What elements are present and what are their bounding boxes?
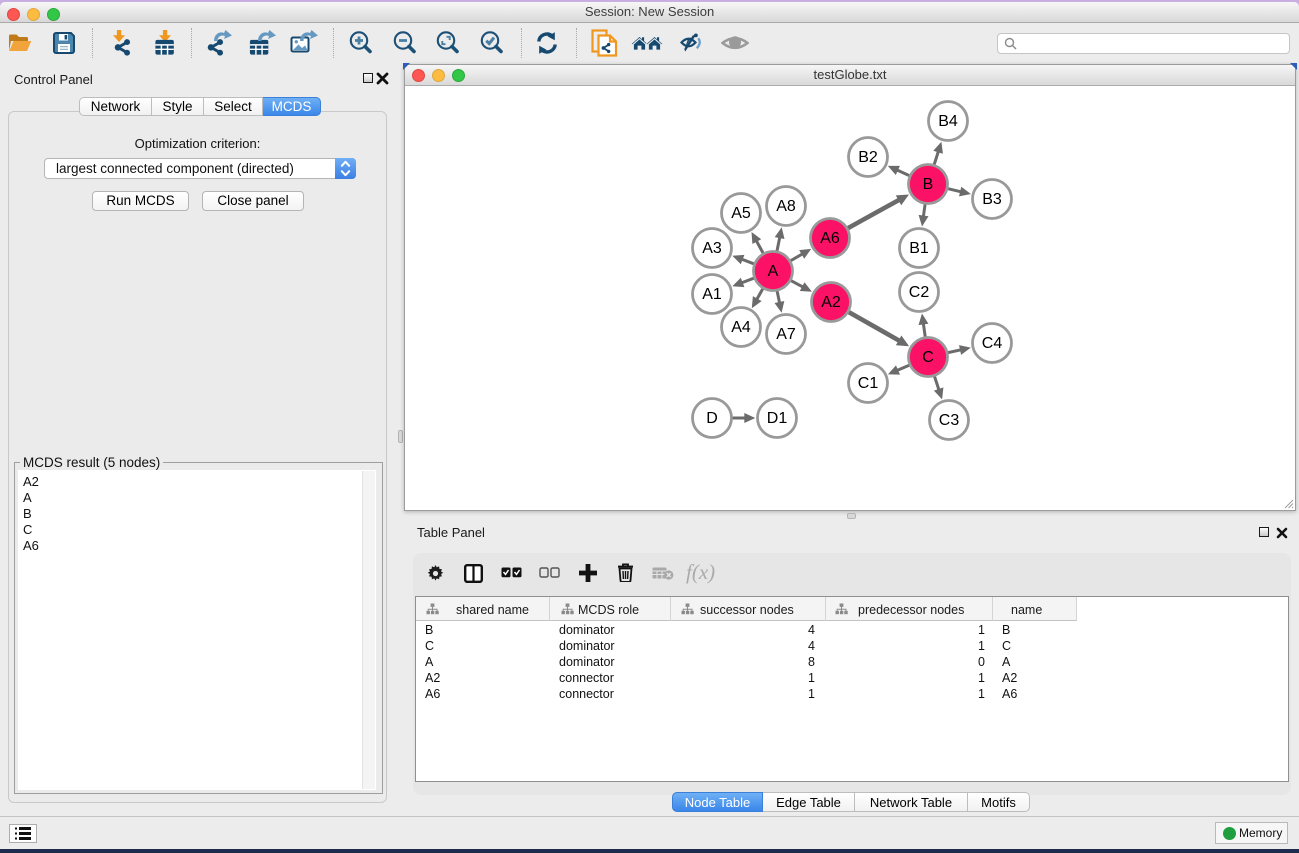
svg-text:C: C (922, 349, 934, 366)
svg-text:B3: B3 (982, 191, 1002, 208)
svg-text:A: A (768, 263, 779, 280)
svg-text:A6: A6 (820, 230, 840, 247)
svg-text:D: D (706, 410, 718, 427)
svg-text:D1: D1 (767, 410, 788, 427)
svg-text:C3: C3 (939, 412, 960, 429)
svg-text:A7: A7 (776, 326, 796, 343)
svg-text:A2: A2 (821, 294, 841, 311)
svg-text:A3: A3 (702, 240, 722, 257)
svg-text:B: B (923, 176, 934, 193)
svg-text:C1: C1 (858, 375, 879, 392)
svg-text:A1: A1 (702, 286, 722, 303)
svg-text:C4: C4 (982, 335, 1003, 352)
svg-text:B1: B1 (909, 240, 929, 257)
svg-text:C2: C2 (909, 284, 930, 301)
svg-text:A5: A5 (731, 205, 751, 222)
svg-text:B2: B2 (858, 149, 878, 166)
svg-text:B4: B4 (938, 113, 958, 130)
svg-text:A4: A4 (731, 319, 751, 336)
svg-text:A8: A8 (776, 198, 796, 215)
